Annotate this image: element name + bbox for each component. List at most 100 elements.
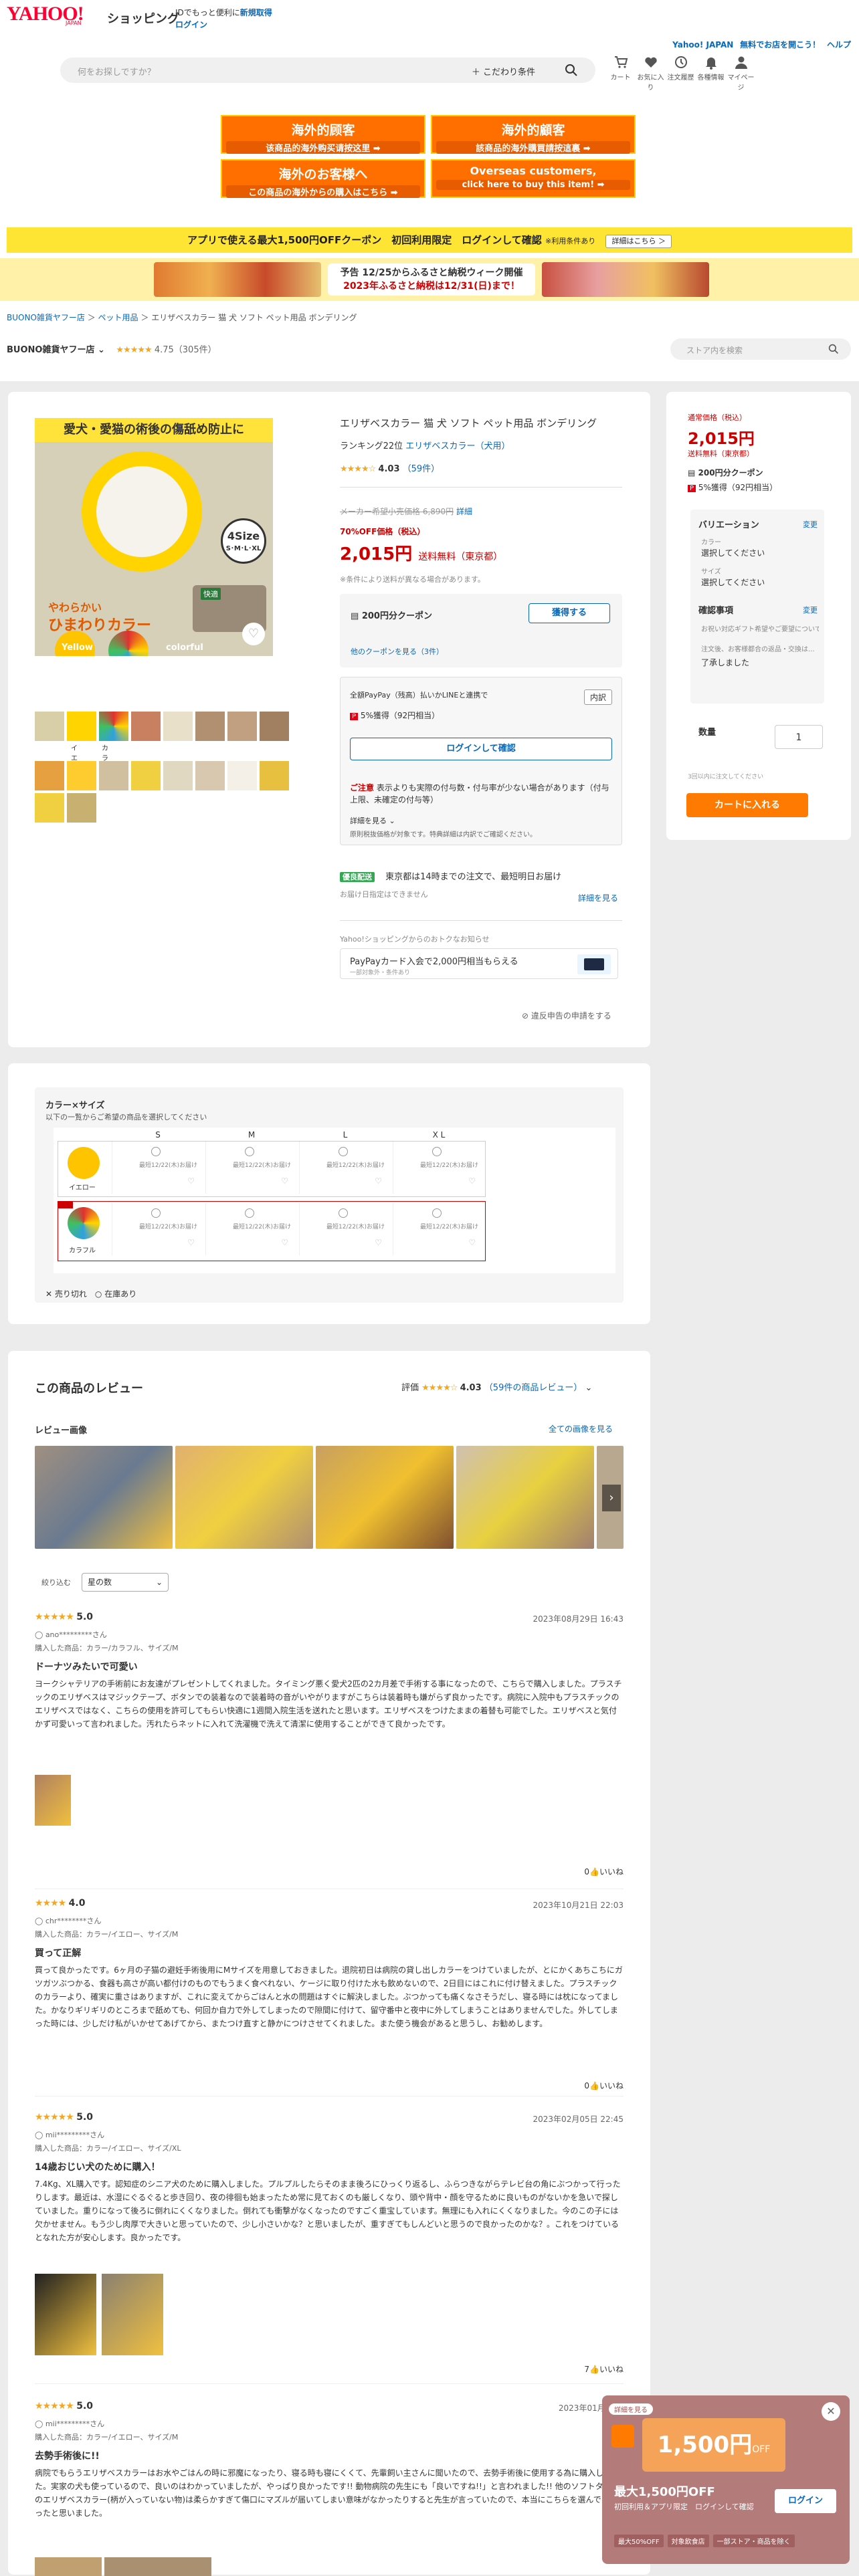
radio-button[interactable] — [432, 1208, 442, 1218]
variation-cell[interactable]: 最短12/22(木)お届け ♡ — [205, 1142, 299, 1194]
radio-button[interactable] — [339, 1147, 348, 1156]
variation-cell[interactable]: 最短12/22(木)お届け ♡ — [112, 1142, 205, 1194]
breadcrumb-category[interactable]: ペット用品 — [98, 313, 138, 322]
help-link[interactable]: ヘルプ — [827, 40, 851, 49]
quantity-input[interactable]: 1 — [775, 725, 823, 749]
radio-button[interactable] — [245, 1147, 254, 1156]
float-login-button[interactable]: ログイン — [775, 2489, 836, 2513]
buyee-banner-cn-traditional[interactable]: 海外的顧客 該商品的海外購買請按這裏 ➡ — [431, 115, 636, 154]
review-photo[interactable] — [104, 2557, 211, 2576]
chevron-right-icon[interactable]: › — [602, 1485, 621, 1511]
sort-select[interactable]: 星の数 ⌄ — [82, 1573, 169, 1592]
thumbnail[interactable] — [195, 761, 225, 790]
heart-icon[interactable]: ♡ — [468, 1176, 476, 1186]
heart-icon[interactable]: ♡ — [468, 1238, 476, 1247]
more-coupons-link[interactable]: 他のクーポンを見る（3件） — [351, 646, 444, 657]
info-nav[interactable]: 各種情報 — [696, 55, 726, 92]
old-price-detail-link[interactable]: 詳細 — [456, 507, 472, 516]
ranking-category-link[interactable]: エリザベスカラー（犬用） — [405, 441, 510, 451]
thumbnail[interactable] — [131, 712, 161, 741]
review-image[interactable] — [175, 1446, 313, 1549]
like-button[interactable]: 7👍いいね — [584, 2363, 624, 2375]
heart-icon[interactable]: ♡ — [187, 1176, 195, 1186]
history-nav[interactable]: 注文履歴 — [666, 55, 696, 92]
login-link[interactable]: ログイン — [175, 20, 207, 29]
yahoo-shopping-logo[interactable]: YAHOO! JAPAN ショッピング — [7, 4, 179, 31]
thumbnail[interactable] — [227, 761, 257, 790]
heart-icon[interactable]: ♡ — [375, 1176, 382, 1186]
see-all-images-link[interactable]: 全ての画像を見る — [549, 1423, 613, 1434]
review-photo[interactable] — [35, 2274, 96, 2355]
report-link[interactable]: ⊘ 違反申告の申請をする — [522, 1010, 611, 1021]
variation-cell[interactable]: 最短12/22(木)お届け ♡ — [393, 1142, 486, 1194]
app-coupon-bar[interactable]: アプリで使える最大1,500円OFFクーポン 初回利用限定 ログインして確認 ※… — [7, 227, 852, 253]
search-bar[interactable]: 何をお探しですか？ ＋ こだわり条件 — [60, 58, 595, 83]
thumbnail[interactable] — [260, 712, 289, 741]
float-tag[interactable]: 詳細を見る — [609, 2403, 653, 2415]
store-name[interactable]: BUONO雑貨ヤフー店 — [7, 345, 94, 355]
rating-count-link[interactable]: （59件） — [403, 464, 440, 474]
store-review-count[interactable]: （305件） — [174, 345, 217, 355]
search-icon[interactable] — [828, 344, 839, 354]
variation-cell[interactable]: 最短12/22(木)お届け ♡ — [299, 1142, 393, 1194]
thumbnail[interactable] — [99, 761, 128, 790]
radio-button[interactable] — [151, 1147, 161, 1156]
thumbnail[interactable] — [35, 793, 64, 823]
thumbnail[interactable] — [163, 712, 193, 741]
reviews-count-link[interactable]: （59件の商品レビュー） — [484, 1383, 583, 1393]
delivery-more-link[interactable]: 詳細を見る — [578, 892, 618, 903]
buyee-banner-jp[interactable]: 海外のお客様へ この商品の海外からの購入はこちら ➡ — [221, 159, 425, 198]
thumbnail[interactable] — [67, 793, 96, 823]
thumbnail[interactable] — [227, 712, 257, 741]
review-image[interactable] — [35, 1446, 173, 1549]
heart-icon[interactable]: ♡ — [281, 1238, 288, 1247]
thumbnail[interactable] — [99, 712, 128, 741]
furusato-banner[interactable]: 予告 12/25からふるさと納税ウィーク開催 2023年ふるさと納税は12/31… — [0, 258, 859, 301]
close-icon[interactable]: ✕ — [822, 2402, 840, 2421]
favorites-nav[interactable]: お気に入り — [636, 55, 666, 92]
heart-icon[interactable]: ♡ — [281, 1176, 288, 1186]
get-coupon-button[interactable]: 獲得する — [529, 603, 610, 623]
paypay-more[interactable]: 詳細を見る ⌄ — [350, 815, 395, 826]
review-image[interactable] — [316, 1446, 454, 1549]
confirm-edit-link[interactable]: 変更 — [803, 605, 818, 615]
login-confirm-button[interactable]: ログインして確認 — [350, 738, 612, 760]
variation-edit-link[interactable]: 変更 — [803, 519, 818, 530]
open-store-link[interactable]: 無料でお店を開こう！ — [740, 40, 820, 49]
radio-button[interactable] — [432, 1147, 442, 1156]
product-main-image[interactable]: 愛犬・愛猫の術後の傷舐め防止に 4Size S･M･L･XL やわらかい ひまわり… — [35, 418, 273, 656]
store-search-input[interactable]: ストア内を検索 — [670, 338, 851, 360]
product-rating[interactable]: ★★★★☆ 4.03 （59件） — [340, 461, 440, 474]
thumbnail[interactable] — [67, 761, 96, 790]
variation-cell[interactable]: 最短12/22(木)お届け ♡ — [205, 1203, 299, 1255]
yahoo-japan-link[interactable]: Yahoo! JAPAN — [672, 40, 733, 49]
paypay-card-banner[interactable]: PayPayカード入会で2,000円相当もらえる 一部対象外・条件あり — [340, 948, 618, 979]
variation-cell[interactable]: 最短12/22(木)お届け ♡ — [393, 1203, 486, 1255]
breadcrumb-store[interactable]: BUONO雑貨ヤフー店 — [7, 313, 85, 322]
heart-icon[interactable]: ♡ — [375, 1238, 382, 1247]
variation-cell[interactable]: 最短12/22(木)お届け ♡ — [112, 1203, 205, 1255]
thumbnail[interactable] — [195, 712, 225, 741]
thumbnail[interactable] — [131, 761, 161, 790]
signup-link[interactable]: 新規取得 — [240, 8, 272, 17]
mypage-nav[interactable]: マイページ — [726, 55, 756, 92]
conditions-button[interactable]: ＋ こだわり条件 — [472, 65, 535, 78]
like-button[interactable]: 0👍いいね — [584, 1866, 624, 1877]
chevron-down-icon[interactable]: ⌄ — [585, 1383, 592, 1393]
thumbnail[interactable] — [163, 761, 193, 790]
search-icon[interactable] — [565, 64, 578, 77]
review-photo[interactable] — [35, 1775, 71, 1826]
buyee-banner-cn-simplified[interactable]: 海外的顾客 该商品的海外购买请按这里 ➡ — [221, 115, 425, 154]
thumbnail[interactable] — [260, 761, 289, 790]
review-image[interactable] — [456, 1446, 594, 1549]
thumbnail[interactable] — [35, 712, 64, 741]
thumbnail[interactable] — [67, 712, 96, 741]
review-photo[interactable] — [35, 2557, 102, 2576]
reviews-score[interactable]: 評価 ★★★★☆ 4.03 （59件の商品レビュー） ⌄ — [401, 1380, 592, 1393]
thumbnail[interactable] — [35, 761, 64, 790]
variation-summary[interactable]: バリエーション 変更 カラー 選択してください サイズ 選択してください 確認事… — [690, 510, 824, 704]
buyee-banner-en[interactable]: Overseas customers, click here to buy thi… — [431, 159, 636, 198]
radio-button[interactable] — [245, 1208, 254, 1218]
paypay-detail-button[interactable]: 内訳 — [583, 689, 612, 705]
coupon-detail-button[interactable]: 詳細はこちら ＞ — [605, 235, 672, 248]
